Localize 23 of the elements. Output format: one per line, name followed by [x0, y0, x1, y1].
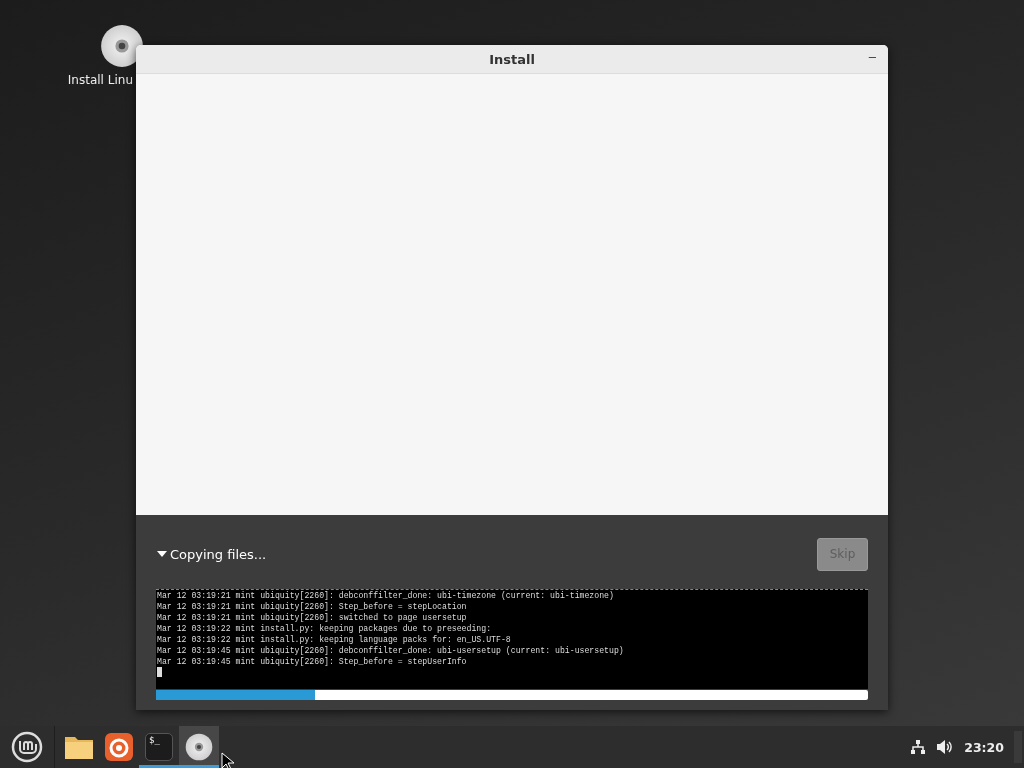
window-title: Install [489, 51, 535, 67]
log-line: Mar 12 03:19:45 mint ubiquity[2260]: debconffilter_done: ubi-usersetup (current: ubi-usersetup) [157, 645, 625, 656]
minimize-button[interactable]: – [866, 49, 878, 64]
log-line: Mar 12 03:19:21 mint ubiquity[2260]: switched to page usersetup [157, 612, 468, 623]
text-cursor [157, 667, 162, 677]
taskbar-app[interactable]: $_ [139, 726, 179, 768]
log-line: Mar 12 03:19:22 mint install.py: keeping packages due to preseeding: [157, 623, 493, 634]
menu-logo-icon[interactable] [11, 731, 43, 763]
disc-icon [100, 24, 144, 68]
folder-icon [64, 734, 94, 760]
terminal-icon: $_ [145, 733, 173, 761]
disc-icon [185, 733, 213, 761]
log-line: Mar 12 03:19:22 mint install.py: keeping language packs for: en_US.UTF-8 [157, 634, 512, 645]
log-line: Mar 12 03:19:21 mint ubiquity[2260]: debconffilter_done: ubi-timezone (current: ubi-timezone) [157, 590, 615, 601]
taskbar-app[interactable] [179, 726, 219, 768]
details-expander[interactable]: Copying files... [156, 546, 267, 562]
network-icon[interactable] [910, 739, 927, 755]
log-line: Mar 12 03:19:21 mint ubiquity[2260]: Step_before = stepLocation [157, 601, 468, 612]
desktop-icon-label[interactable]: Install Linu [67, 73, 133, 87]
clock[interactable]: 23:20 [964, 739, 1004, 755]
flame-icon [105, 733, 133, 761]
log-line: Mar 12 03:19:45 mint ubiquity[2260]: Step_before = stepUserInfo [157, 656, 468, 667]
volume-icon[interactable] [936, 739, 955, 755]
